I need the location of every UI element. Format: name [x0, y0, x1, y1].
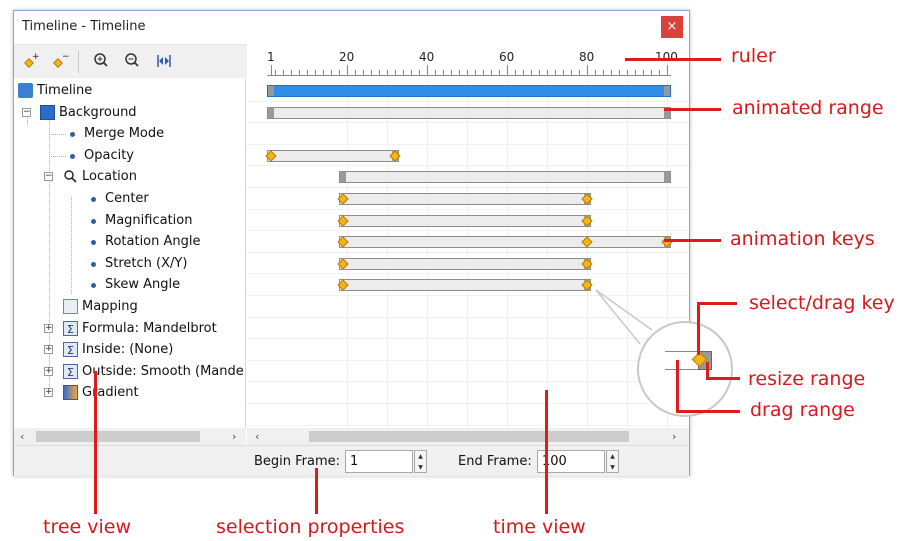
annotation-tree-view: tree view	[43, 516, 132, 538]
annotation-select-drag-key: select/drag key	[749, 292, 895, 314]
annotation-selection-properties: selection properties	[216, 516, 405, 538]
ruler-pointer	[625, 58, 721, 61]
select-drag-key-pointer-v	[697, 302, 700, 355]
time-view-pointer	[545, 390, 548, 514]
selection-properties-pointer	[315, 468, 318, 514]
animated-range-pointer	[664, 108, 721, 111]
magnifier-callout-lines	[595, 289, 653, 345]
annotation-animation-keys: animation keys	[730, 228, 875, 250]
resize-range-pointer-h	[706, 377, 740, 380]
annotation-animated-range: animated range	[732, 97, 884, 119]
select-drag-key-pointer-h	[697, 302, 737, 305]
tree-view-pointer	[94, 371, 97, 514]
drag-range-pointer-v	[676, 360, 679, 412]
annotation-time-view: time view	[493, 516, 586, 538]
animation-keys-pointer	[664, 239, 721, 242]
annotation-resize-range: resize range	[748, 368, 866, 390]
drag-range-pointer-h	[676, 410, 740, 413]
annotation-ruler: ruler	[731, 45, 776, 67]
magnifier-callout	[637, 321, 733, 417]
annotation-drag-range: drag range	[750, 399, 855, 421]
